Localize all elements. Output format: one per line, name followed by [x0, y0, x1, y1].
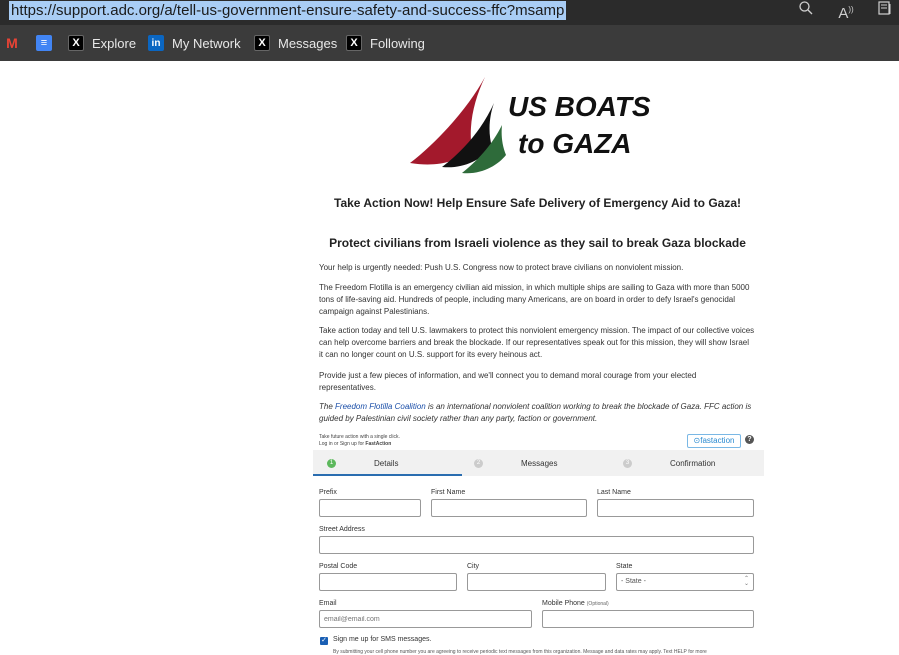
fastaction-brand: FastAction	[365, 441, 392, 447]
mobile-phone-label-text: Mobile Phone	[542, 600, 585, 607]
step-number: 1	[327, 458, 336, 468]
paragraph-3: Take action today and tell U.S. lawmaker…	[319, 326, 755, 359]
sms-checkbox[interactable]: ✓	[320, 637, 328, 645]
city-label: City	[467, 563, 480, 570]
step-number: 2	[474, 458, 483, 468]
last-name-field[interactable]	[597, 499, 754, 517]
x-icon: X	[68, 35, 84, 51]
bookmark-label: Messages	[278, 35, 338, 51]
page-subheadline: Protect civilians from Israeli violence …	[329, 236, 746, 250]
bookmark-docs[interactable]: ≡	[36, 34, 60, 52]
bookmark-label: Explore	[92, 35, 137, 51]
last-name-label: Last Name	[597, 489, 631, 496]
x-icon: X	[254, 35, 270, 51]
postal-code-label: Postal Code	[319, 563, 358, 570]
url-text[interactable]: https://support.adc.org/a/tell-us-govern…	[9, 1, 567, 20]
active-step-indicator	[313, 474, 462, 476]
bookmark-following[interactable]: X Following	[346, 34, 425, 52]
step-number: 3	[623, 458, 632, 468]
bookmark-messages[interactable]: X Messages	[254, 34, 337, 52]
sms-checkbox-label: Sign me up for SMS messages.	[333, 636, 432, 643]
step-messages[interactable]: 2 Messages	[474, 450, 557, 476]
linkedin-icon: in	[148, 35, 164, 51]
prefix-field[interactable]	[319, 499, 421, 517]
fastaction-button[interactable]: ⊙fastaction	[687, 434, 741, 448]
email-label: Email	[319, 600, 337, 607]
us-boats-to-gaza-logo: US BOATS to GAZA	[410, 75, 660, 175]
sms-disclaimer: By submitting your cell phone number you…	[333, 649, 707, 655]
gmail-icon: M	[6, 35, 18, 51]
bookmark-my-network[interactable]: in My Network	[148, 34, 241, 52]
step-label: Messages	[521, 458, 558, 468]
street-address-label: Street Address	[319, 526, 365, 533]
bookmark-explore[interactable]: X Explore	[68, 34, 136, 52]
select-arrows-icon: ⌃ ⌄	[743, 576, 749, 587]
mobile-phone-field[interactable]	[542, 610, 754, 628]
address-bar[interactable]: https://support.adc.org/a/tell-us-govern…	[0, 0, 899, 25]
paragraph-1: Your help is urgently needed: Push U.S. …	[319, 263, 684, 272]
first-name-label: First Name	[431, 489, 466, 496]
read-aloud-icon[interactable]: A))	[835, 0, 857, 22]
zoom-icon[interactable]	[795, 0, 817, 22]
bookmark-label: Following	[370, 35, 425, 51]
first-name-field[interactable]	[431, 499, 587, 517]
step-label: Details	[374, 458, 399, 468]
page-headline: Take Action Now! Help Ensure Safe Delive…	[334, 196, 741, 210]
bookmark-label: My Network	[172, 35, 241, 51]
optional-tag: (Optional)	[586, 601, 609, 607]
state-select-value: - State -	[621, 578, 646, 585]
fastaction-note: Take future action with a single click.	[319, 434, 400, 440]
paragraph-5: The Freedom Flotilla Coalition is an int…	[319, 401, 755, 425]
postal-code-field[interactable]	[319, 573, 457, 591]
bookmarks-bar: M ≡ X Explore in My Network X Messages X…	[0, 25, 899, 61]
freedom-flotilla-link[interactable]: Freedom Flotilla Coalition	[335, 402, 426, 411]
step-confirmation[interactable]: 3 Confirmation	[623, 450, 715, 476]
form-steps: 1 Details 2 Messages 3 Confirmation	[313, 450, 764, 476]
logo-line1: US BOATS	[508, 91, 651, 122]
email-field[interactable]	[319, 610, 532, 628]
step-label: Confirmation	[670, 458, 716, 468]
fastaction-login[interactable]: Log in or Sign up for FastAction	[319, 441, 391, 447]
street-address-field[interactable]	[319, 536, 754, 554]
x-icon: X	[346, 35, 362, 51]
state-label: State	[616, 563, 633, 570]
fastaction-login-prefix: Log in or Sign up for	[319, 441, 366, 447]
city-field[interactable]	[467, 573, 606, 591]
paragraph-4: Provide just a few pieces of information…	[319, 371, 697, 392]
page-content: US BOATS to GAZA Take Action Now! Help E…	[0, 61, 899, 655]
p5-prefix: The	[319, 402, 336, 411]
state-select[interactable]: - State - ⌃ ⌄	[616, 573, 754, 591]
step-details[interactable]: 1 Details	[327, 450, 398, 476]
sail-logo-icon	[410, 77, 506, 174]
prefix-label: Prefix	[319, 489, 337, 496]
reader-view-icon[interactable]	[874, 0, 896, 22]
help-icon[interactable]: ?	[745, 435, 754, 444]
docs-icon: ≡	[36, 35, 52, 51]
paragraph-2: The Freedom Flotilla is an emergency civ…	[319, 283, 750, 316]
logo-line2: to GAZA	[518, 128, 632, 159]
bookmark-gmail[interactable]: M	[4, 34, 28, 52]
mobile-phone-label: Mobile Phone (Optional)	[542, 600, 609, 607]
